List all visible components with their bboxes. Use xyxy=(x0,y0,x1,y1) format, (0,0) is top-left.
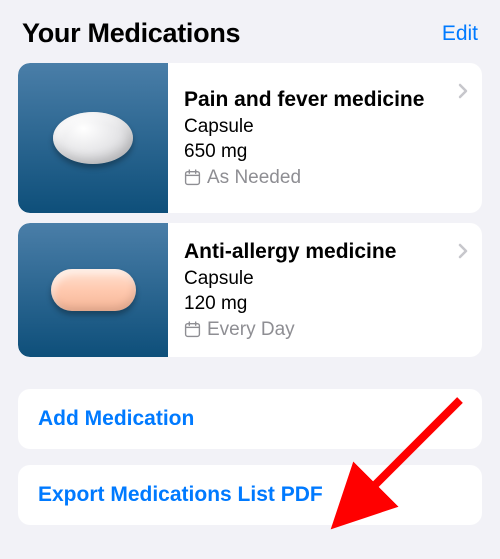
medication-schedule-row: As Needed xyxy=(184,167,472,189)
medication-dose: 650 mg xyxy=(184,140,472,165)
calendar-icon xyxy=(184,321,201,338)
medication-schedule: Every Day xyxy=(207,319,295,341)
calendar-icon xyxy=(184,169,201,186)
chevron-right-icon xyxy=(458,243,468,259)
medication-name: Pain and fever medicine xyxy=(184,87,472,112)
medication-dose: 120 mg xyxy=(184,292,472,317)
pill-image-box xyxy=(18,223,168,357)
export-pdf-button[interactable]: Export Medications List PDF xyxy=(18,465,482,525)
medication-card[interactable]: Anti-allergy medicine Capsule 120 mg Eve… xyxy=(18,223,482,357)
medication-form: Capsule xyxy=(184,267,472,292)
header: Your Medications Edit xyxy=(0,0,500,63)
page-title: Your Medications xyxy=(22,18,240,49)
edit-button[interactable]: Edit xyxy=(442,22,478,46)
pill-capsule-icon xyxy=(51,269,136,311)
medication-name: Anti-allergy medicine xyxy=(184,239,472,264)
medications-list: Pain and fever medicine Capsule 650 mg A… xyxy=(0,63,500,357)
pill-oval-icon xyxy=(53,112,133,164)
medication-card[interactable]: Pain and fever medicine Capsule 650 mg A… xyxy=(18,63,482,213)
medication-info: Anti-allergy medicine Capsule 120 mg Eve… xyxy=(168,223,482,357)
medication-info: Pain and fever medicine Capsule 650 mg A… xyxy=(168,63,482,213)
medication-schedule-row: Every Day xyxy=(184,319,472,341)
add-medication-button[interactable]: Add Medication xyxy=(18,389,482,449)
pill-image-box xyxy=(18,63,168,213)
medication-schedule: As Needed xyxy=(207,167,301,189)
chevron-right-icon xyxy=(458,83,468,99)
medication-form: Capsule xyxy=(184,115,472,140)
